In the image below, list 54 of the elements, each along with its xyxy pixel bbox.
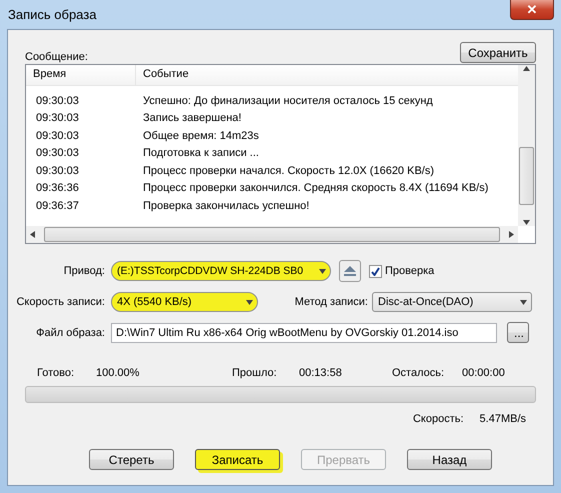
horizontal-scrollbar[interactable] — [26, 226, 518, 243]
vertical-scrollbar[interactable] — [518, 65, 535, 226]
method-dropdown[interactable]: Disc-at-Once(DAO) — [372, 292, 532, 312]
log-label: Сообщение: — [25, 51, 88, 63]
table-cell-text: Успешно: До финализации носителя осталось 15 секунд — [142, 94, 434, 107]
table-cell-text: 09:30:03 — [35, 147, 80, 160]
file-path-field[interactable]: D:\Win7 Ultim Ru x86-x64 Orig wBootMenu by OVGorskiy 01.2014.iso — [111, 322, 497, 342]
scroll-left-icon — [29, 231, 36, 238]
back-button[interactable]: Назад — [407, 449, 492, 470]
save-button[interactable]: Сохранить — [460, 42, 536, 63]
verify-checkbox[interactable] — [369, 264, 382, 278]
remaining-label: Осталось: — [392, 367, 446, 379]
eject-button[interactable] — [339, 260, 361, 282]
table-cell-text: 09:30:03 — [35, 130, 80, 142]
table-cell-text: 09:30:03 — [35, 112, 80, 124]
table-cell-text: Подготовка к записи ... — [142, 147, 260, 160]
elapsed-value: 00:13:58 — [299, 367, 343, 379]
table-cell-text: Процесс проверки начался. Скорость 12.0X (16620 KB/s) — [142, 164, 436, 177]
scroll-down-icon — [523, 219, 530, 226]
done-value: 100.00% — [96, 367, 140, 379]
elapsed-label: Прошло: — [232, 367, 278, 379]
table-cell-text: 09:30:03 — [35, 164, 80, 177]
write-button[interactable]: Записать — [195, 449, 280, 470]
erase-button[interactable]: Стереть — [89, 449, 174, 470]
table-cell-text: Процесс проверки закончился. Средняя скорость 8.4X (11694 KB/s) — [142, 182, 490, 194]
scroll-right-icon — [508, 231, 515, 238]
table-cell-text: 09:36:37 — [35, 200, 80, 212]
table-cell-text: 09:30:03 — [35, 94, 80, 107]
scroll-up-icon — [523, 65, 530, 72]
column-header[interactable]: Время — [26, 65, 136, 85]
file-label: Файл образа: — [35, 326, 105, 338]
remaining-value: 00:00:00 — [462, 367, 505, 379]
method-label: Метод записи: — [294, 296, 369, 308]
check-icon — [371, 266, 380, 276]
table-cell-text: Проверка закончилась успешно! — [142, 200, 310, 212]
browse-button[interactable]: ... — [507, 322, 529, 343]
done-label: Готово: — [37, 367, 76, 379]
dropdown-arrow-icon — [246, 298, 253, 306]
table-cell-text: Общее время: 14m23s — [142, 130, 260, 142]
dropdown-arrow-icon — [319, 268, 326, 274]
verify-label: Проверка — [385, 265, 434, 277]
table-cell-text: Запись завершена! — [142, 112, 242, 124]
eject-icon — [343, 265, 357, 277]
speed-value: 5.47MB/s — [480, 413, 526, 425]
drive-dropdown[interactable]: (E:)TSSTcorpCDDVDW SH-224DB SB0 — [111, 261, 331, 281]
table-cell-text: 09:36:36 — [35, 182, 80, 194]
speed-dropdown[interactable]: 4X (5540 KB/s) — [111, 292, 258, 312]
speed-label: Скорость: — [412, 413, 464, 425]
drive-label: Привод: — [62, 265, 105, 277]
close-button[interactable]: ✕ — [510, 0, 554, 20]
window-title: Запись образа — [8, 7, 96, 22]
column-header[interactable]: Событие — [136, 65, 518, 85]
speed-label: Скорость записи: — [15, 296, 105, 308]
dropdown-arrow-icon — [520, 298, 527, 306]
